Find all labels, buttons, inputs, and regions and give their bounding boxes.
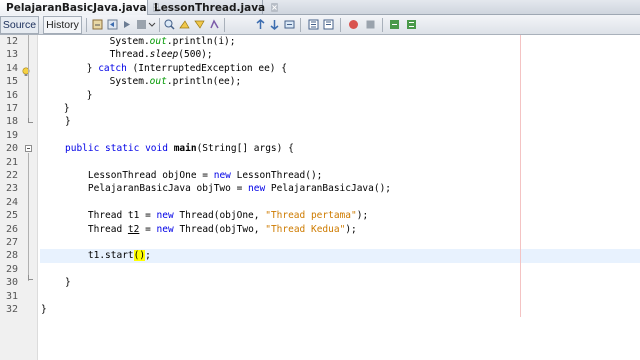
code-line: 22 LessonThread objOne = new LessonThrea… [0, 169, 640, 183]
code-line: 29 [0, 263, 640, 277]
line-number: 22 [5, 170, 18, 181]
line-number: 13 [5, 49, 18, 61]
tab-lesson-thread[interactable]: LessonThread.java × [148, 0, 278, 15]
code-editor[interactable]: 12 System.out.println(i); 13 Thread.slee… [0, 35, 640, 360]
code-line: 27 [0, 236, 640, 250]
editor-tab-bar: PelajaranBasicJava.java × LessonThread.j… [0, 0, 640, 15]
comment-icon[interactable] [388, 18, 401, 31]
close-tab-icon[interactable]: × [271, 3, 278, 12]
line-number: 15 [5, 76, 18, 88]
code-text: System.out.println(i); [41, 36, 236, 47]
toggle-highlight-icon[interactable] [193, 18, 206, 31]
line-number: 14 [5, 62, 18, 74]
code-line: 31 [0, 290, 640, 304]
code-text: t1.start(); [65, 250, 151, 262]
code-line: 24 [0, 196, 640, 210]
previous-bookmark-icon[interactable] [208, 18, 221, 31]
line-number: 26 [5, 223, 18, 235]
code-line: 30 } [0, 276, 640, 290]
toolbar-separator [159, 18, 160, 32]
last-edit-icon[interactable] [91, 18, 104, 31]
find-next-icon[interactable] [178, 18, 191, 31]
code-line: 17 } [0, 102, 640, 116]
find-icon[interactable] [135, 18, 148, 31]
toolbar-separator [382, 18, 383, 32]
toolbar-separator [300, 18, 301, 32]
stop-macro-icon[interactable] [347, 18, 360, 31]
code-text: PelajaranBasicJava objTwo = new Pelajara… [65, 183, 392, 195]
line-number: 31 [5, 290, 18, 302]
code-line: 15 System.out.println(ee); [0, 75, 640, 89]
code-text: } [41, 103, 70, 114]
next-bookmark-icon[interactable] [254, 18, 267, 31]
code-line: 18 } [0, 115, 640, 129]
code-text: System.out.println(ee); [41, 76, 242, 88]
tab-label: LessonThread.java [154, 1, 266, 14]
code-line: 19 [0, 129, 640, 143]
shift-left-icon[interactable] [283, 18, 296, 31]
code-text: LessonThread objOne = new LessonThread()… [65, 170, 323, 181]
tab-label: PelajaranBasicJava.java [6, 1, 147, 14]
line-number: 32 [5, 304, 18, 315]
line-number: 16 [5, 89, 18, 101]
uncomment-icon[interactable] [405, 18, 418, 31]
shift-right-icon[interactable] [307, 18, 320, 31]
code-text: } catch (InterruptedException ee) { [41, 62, 287, 74]
tab-pelajaran-basic-java[interactable]: PelajaranBasicJava.java × [0, 0, 160, 15]
line-number: 23 [5, 183, 18, 195]
line-number: 29 [5, 263, 18, 275]
code-line: 25 Thread t1 = new Thread(objOne, "Threa… [0, 209, 640, 223]
line-number: 19 [5, 129, 18, 141]
toolbar-separator [86, 18, 87, 32]
toolbar-separator [224, 18, 225, 32]
code-text: } [65, 277, 71, 289]
editor-toolbar: Source History [0, 15, 640, 35]
back-icon[interactable] [106, 18, 119, 31]
chevron-down-icon[interactable] [148, 18, 156, 31]
code-line: 21 [0, 156, 640, 170]
line-number: 12 [5, 36, 18, 47]
line-number: 17 [5, 103, 18, 114]
code-text: public static void main(String[] args) { [65, 143, 294, 155]
record-stop-icon[interactable] [364, 18, 377, 31]
code-line: 23 PelajaranBasicJava objTwo = new Pelaj… [0, 182, 640, 196]
line-number: 21 [5, 156, 18, 168]
line-number: 25 [5, 210, 18, 222]
code-line-current: 28 t1.start(); [0, 249, 640, 263]
code-text: Thread t1 = new Thread(objOne, "Thread p… [65, 210, 369, 222]
code-line: 12 System.out.println(i); [0, 35, 640, 49]
toolbar-separator [340, 18, 341, 32]
code-line: 13 Thread.sleep(500); [0, 48, 640, 62]
line-number: 24 [5, 196, 18, 208]
history-view-button[interactable]: History [43, 16, 82, 34]
code-text: } [65, 116, 71, 128]
code-line: 20 public static void main(String[] args… [0, 142, 640, 156]
start-macro-icon[interactable] [322, 18, 335, 31]
line-number: 27 [5, 237, 18, 248]
code-text: } [41, 89, 93, 101]
toggle-bookmark-icon[interactable] [268, 18, 281, 31]
code-text: Thread t2 = new Thread(objTwo, "Thread K… [65, 223, 357, 235]
code-line: 16 } [0, 89, 640, 103]
line-number: 18 [5, 116, 18, 128]
line-number: 30 [5, 277, 18, 289]
line-number: 20 [5, 143, 18, 155]
source-view-button[interactable]: Source [0, 16, 39, 34]
forward-icon[interactable] [121, 18, 134, 31]
find-previous-icon[interactable] [163, 18, 176, 31]
code-text: Thread.sleep(500); [41, 49, 213, 61]
code-line: 14 } catch (InterruptedException ee) { [0, 62, 640, 76]
code-text: } [41, 304, 47, 315]
code-line: 32 } [0, 303, 640, 317]
code-line: 26 Thread t2 = new Thread(objTwo, "Threa… [0, 223, 640, 237]
line-number: 28 [5, 250, 18, 262]
